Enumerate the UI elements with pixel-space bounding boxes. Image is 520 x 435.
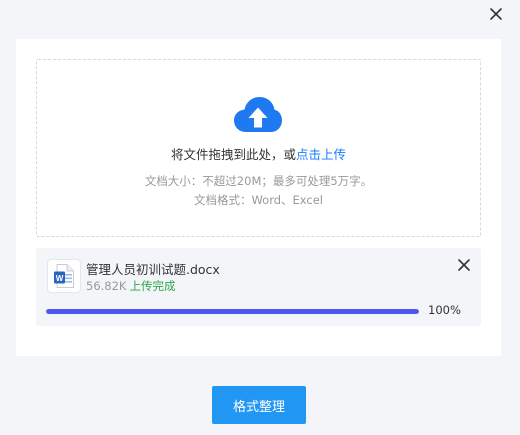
click-upload-link[interactable]: 点击上传 <box>296 147 346 162</box>
close-icon <box>458 259 470 271</box>
uploaded-file-item: W 管理人员初训试题.docx 56.82K 上传完成 100% <box>36 248 481 326</box>
dropzone-instruction-text: 将文件拖拽到此处，或 <box>170 147 296 162</box>
format-hint: 文档格式：Word、Excel <box>193 193 324 207</box>
file-size: 56.82K <box>86 279 127 293</box>
upload-progress-label: 100% <box>428 303 461 317</box>
file-meta: 56.82K 上传完成 <box>86 278 175 294</box>
file-name: 管理人员初训试题.docx <box>86 262 220 277</box>
format-organize-button[interactable]: 格式整理 <box>212 386 306 424</box>
remove-file-button[interactable] <box>456 257 472 273</box>
svg-text:W: W <box>56 274 64 283</box>
upload-progress-bar <box>46 309 419 314</box>
upload-dropzone[interactable]: 将文件拖拽到此处，或点击上传 文档大小：不超过20M；最多可处理5万字。 文档格… <box>36 59 481 237</box>
upload-progress-fill <box>46 309 419 314</box>
cloud-upload-icon <box>233 96 283 134</box>
upload-status: 上传完成 <box>129 279 176 293</box>
close-icon <box>490 8 502 20</box>
close-dialog-button[interactable] <box>486 4 506 24</box>
word-document-icon: W <box>47 259 81 293</box>
dropzone-instruction: 将文件拖拽到此处，或点击上传 <box>37 144 480 163</box>
size-limit-hint: 文档大小：不超过20M；最多可处理5万字。 <box>144 174 373 188</box>
upload-card: 将文件拖拽到此处，或点击上传 文档大小：不超过20M；最多可处理5万字。 文档格… <box>16 39 501 356</box>
